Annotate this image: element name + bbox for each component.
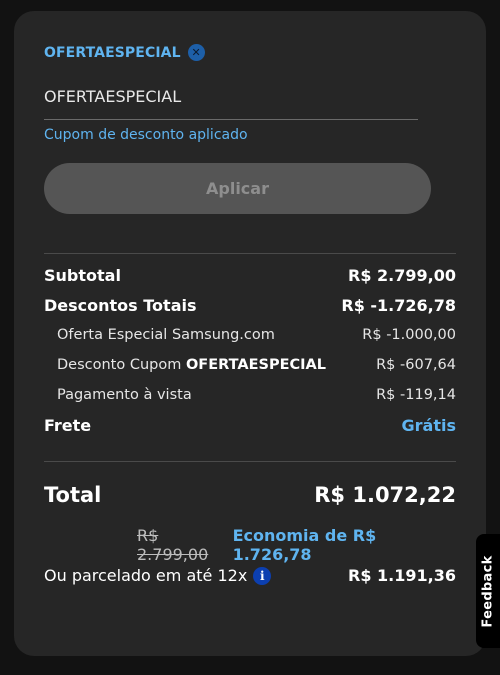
savings-amount: Economia de R$ 1.726,78 [232, 526, 377, 564]
discount-item-label: Oferta Especial Samsung.com [57, 327, 275, 343]
original-price: R$ 2.799,00 [137, 526, 209, 564]
discount-item-value: R$ -1.000,00 [362, 327, 456, 343]
discount-item-row: Desconto Cupom OFERTAESPECIAL R$ -607,64 [44, 357, 456, 373]
installments-row: Ou parcelado em até 12x i R$ 1.191,36 [44, 566, 456, 585]
total-label: Total [44, 483, 102, 507]
coupon-input[interactable]: OFERTAESPECIAL [44, 85, 418, 120]
apply-coupon-button[interactable]: Aplicar [44, 163, 431, 214]
installments-label: Ou parcelado em até 12x [44, 566, 248, 585]
coupon-discount-code: OFERTAESPECIAL [185, 357, 326, 373]
feedback-label: Feedback [480, 554, 496, 628]
total-discounts-label: Descontos Totais [44, 296, 197, 315]
applied-coupon-chip: OFERTAESPECIAL ✕ [44, 44, 205, 61]
subtotal-value: R$ 2.799,00 [348, 266, 456, 285]
installments-value: R$ 1.191,36 [348, 566, 456, 585]
shipping-label: Frete [44, 416, 92, 435]
feedback-tab[interactable]: Feedback [476, 534, 500, 648]
discount-item-row: Pagamento à vista R$ -119,14 [44, 387, 456, 403]
discount-item-value: R$ -119,14 [376, 387, 456, 403]
shipping-value: Grátis [401, 416, 456, 435]
installments-label-group: Ou parcelado em até 12x i [44, 566, 272, 585]
shipping-row: Frete Grátis [44, 416, 456, 435]
discount-item-row: Oferta Especial Samsung.com R$ -1.000,00 [44, 327, 456, 343]
total-discounts-row: Descontos Totais R$ -1.726,78 [44, 296, 456, 315]
savings-row: R$ 2.799,00 Economia de R$ 1.726,78 [44, 526, 456, 564]
order-summary-card: OFERTAESPECIAL ✕ OFERTAESPECIAL Cupom de… [14, 11, 486, 656]
discount-item-value: R$ -607,64 [376, 357, 456, 373]
subtotal-row: Subtotal R$ 2.799,00 [44, 266, 456, 285]
divider [44, 253, 456, 254]
total-discounts-value: R$ -1.726,78 [341, 296, 456, 315]
discount-item-label: Desconto Cupom OFERTAESPECIAL [44, 357, 326, 373]
coupon-status-message: Cupom de desconto aplicado [44, 127, 248, 143]
applied-coupon-code: OFERTAESPECIAL [44, 44, 181, 61]
divider [44, 461, 456, 462]
total-row: Total R$ 1.072,22 [44, 483, 456, 507]
discount-item-label: Pagamento à vista [57, 387, 192, 403]
info-icon[interactable]: i [253, 566, 272, 585]
coupon-discount-label-text: Desconto Cupom [57, 357, 186, 373]
total-value: R$ 1.072,22 [314, 483, 456, 507]
subtotal-label: Subtotal [44, 266, 121, 285]
close-icon[interactable]: ✕ [187, 44, 205, 61]
